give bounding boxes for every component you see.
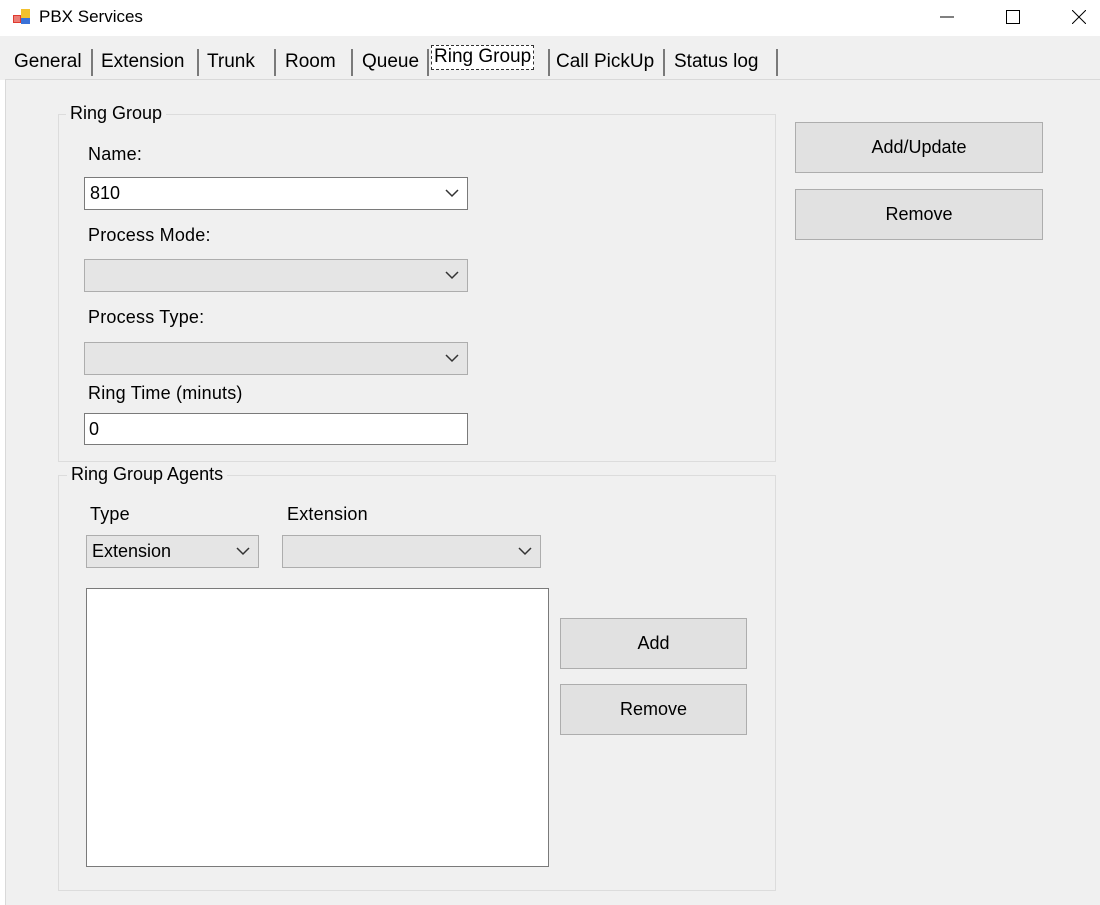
window-title: PBX Services [39, 7, 143, 26]
tab-status-log[interactable]: Status log [674, 47, 759, 77]
agents-listbox[interactable] [86, 588, 549, 867]
close-icon [1072, 10, 1086, 24]
tab-separator [351, 49, 353, 76]
chevron-down-icon [236, 547, 250, 556]
tab-separator [776, 49, 778, 76]
tab-room[interactable]: Room [285, 47, 336, 77]
remove-button[interactable]: Remove [795, 189, 1043, 240]
chevron-down-icon [445, 271, 459, 280]
maximize-icon [1006, 10, 1020, 24]
extension-combobox[interactable] [282, 535, 541, 568]
app-icon [13, 9, 30, 24]
tab-general[interactable]: General [14, 47, 82, 77]
extension-label: Extension [287, 504, 368, 524]
maximize-button[interactable] [980, 0, 1046, 34]
tab-extension[interactable]: Extension [101, 47, 184, 77]
type-value: Extension [92, 541, 172, 561]
name-value: 810 [90, 183, 121, 203]
process-type-combobox[interactable] [84, 342, 468, 375]
tab-separator [197, 49, 199, 76]
ring-time-input[interactable]: 0 [84, 413, 468, 445]
process-type-label: Process Type: [88, 307, 205, 327]
name-label: Name: [88, 144, 143, 164]
process-mode-combobox[interactable] [84, 259, 468, 292]
type-combobox[interactable]: Extension [86, 535, 259, 568]
minimize-icon [940, 16, 954, 18]
close-button[interactable] [1046, 0, 1100, 34]
name-combobox[interactable]: 810 [84, 177, 468, 210]
add-update-button[interactable]: Add/Update [795, 122, 1043, 173]
ring-group-agents-legend: Ring Group Agents [67, 464, 228, 485]
chevron-down-icon [518, 547, 532, 556]
tab-queue[interactable]: Queue [362, 47, 419, 77]
title-bar: PBX Services [0, 0, 1100, 36]
ring-time-label: Ring Time (minuts) [88, 383, 243, 403]
type-label: Type [90, 504, 130, 524]
chevron-down-icon [445, 354, 459, 363]
tab-separator [274, 49, 276, 76]
chevron-down-icon [445, 189, 459, 198]
tab-call-pickup[interactable]: Call PickUp [556, 47, 654, 77]
process-mode-label: Process Mode: [88, 225, 211, 245]
tab-separator [427, 49, 429, 76]
remove-agent-button[interactable]: Remove [560, 684, 747, 735]
tab-separator [91, 49, 93, 76]
ring-group-legend: Ring Group [66, 103, 167, 124]
tab-trunk[interactable]: Trunk [207, 47, 255, 77]
tab-separator [663, 49, 665, 76]
tab-ring-group[interactable]: Ring Group [431, 45, 535, 70]
minimize-button[interactable] [914, 0, 980, 34]
tab-separator [548, 49, 550, 76]
add-agent-button[interactable]: Add [560, 618, 747, 669]
